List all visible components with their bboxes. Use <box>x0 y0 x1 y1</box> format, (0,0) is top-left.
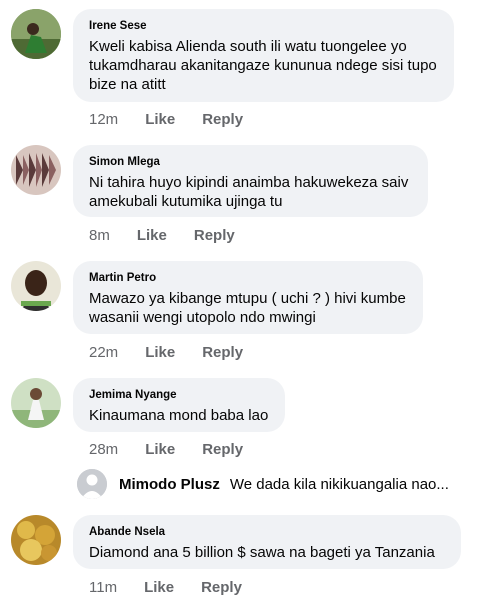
comment-text: tukamdharau akanitangaze kununua ndege s… <box>89 57 437 74</box>
reply-preview[interactable]: Mimodo Plusz We dada kila nikikuangalia … <box>77 468 449 500</box>
comment-actions: 28m Like Reply <box>89 439 270 459</box>
like-button[interactable]: Like <box>137 227 167 244</box>
comment-bubble: Abande Nsela Diamond ana 5 billion $ saw… <box>73 515 461 569</box>
avatar[interactable] <box>11 145 61 195</box>
avatar[interactable] <box>11 261 61 311</box>
comment-actions: 12m Like Reply <box>89 109 270 129</box>
default-avatar-icon <box>77 469 107 499</box>
like-button[interactable]: Like <box>145 441 175 458</box>
comment-actions: 22m Like Reply <box>89 342 270 362</box>
like-button[interactable]: Like <box>145 111 175 128</box>
timestamp[interactable]: 12m <box>89 111 118 128</box>
comment-text: Diamond ana 5 billion $ sawa na bageti y… <box>89 544 435 561</box>
reply-preview-text: We dada kila nikikuangalia nao... <box>229 475 449 493</box>
commenter-name[interactable]: Jemima Nyange <box>89 388 269 402</box>
comment-text: bize na atitt <box>89 76 166 93</box>
comment-actions: 11m Like Reply <box>89 577 269 597</box>
comment-text: Mawazo ya kibange mtupu ( uchi ? ) hivi … <box>89 290 406 307</box>
commenter-name[interactable]: Simon Mlega <box>89 155 412 169</box>
reply-button[interactable]: Reply <box>201 579 242 596</box>
reply-author-name[interactable]: Mimodo Plusz <box>119 476 220 493</box>
comment-actions: 8m Like Reply <box>89 225 262 245</box>
reply-button[interactable]: Reply <box>202 441 243 458</box>
comment-bubble: Simon Mlega Ni tahira huyo kipindi anaim… <box>73 145 428 217</box>
comment-bubble: Irene Sese Kweli kabisa Alienda south il… <box>73 9 454 102</box>
reply-button[interactable]: Reply <box>194 227 235 244</box>
comment-bubble: Jemima Nyange Kinaumana mond baba lao <box>73 378 285 432</box>
commenter-name[interactable]: Irene Sese <box>89 19 438 33</box>
timestamp[interactable]: 8m <box>89 227 110 244</box>
like-button[interactable]: Like <box>145 344 175 361</box>
reply-button[interactable]: Reply <box>202 111 243 128</box>
commenter-name[interactable]: Abande Nsela <box>89 525 445 539</box>
like-button[interactable]: Like <box>144 579 174 596</box>
avatar[interactable] <box>11 378 61 428</box>
comment-text: Kweli kabisa Alienda south ili watu tuon… <box>89 38 407 55</box>
comment-text: wasanii wengi utopolo ndo mwingi <box>89 309 316 326</box>
timestamp[interactable]: 28m <box>89 441 118 458</box>
avatar[interactable] <box>11 515 61 565</box>
commenter-name[interactable]: Martin Petro <box>89 271 407 285</box>
comment-text: Ni tahira huyo kipindi anaimba hakuwekez… <box>89 174 409 191</box>
avatar[interactable] <box>11 9 61 59</box>
comment-text: Kinaumana mond baba lao <box>89 407 269 424</box>
reply-button[interactable]: Reply <box>202 344 243 361</box>
comment-bubble: Martin Petro Mawazo ya kibange mtupu ( u… <box>73 261 423 334</box>
timestamp[interactable]: 11m <box>89 579 117 596</box>
comment-text: amekubali kutumika ujinga tu <box>89 193 283 210</box>
timestamp[interactable]: 22m <box>89 344 118 361</box>
